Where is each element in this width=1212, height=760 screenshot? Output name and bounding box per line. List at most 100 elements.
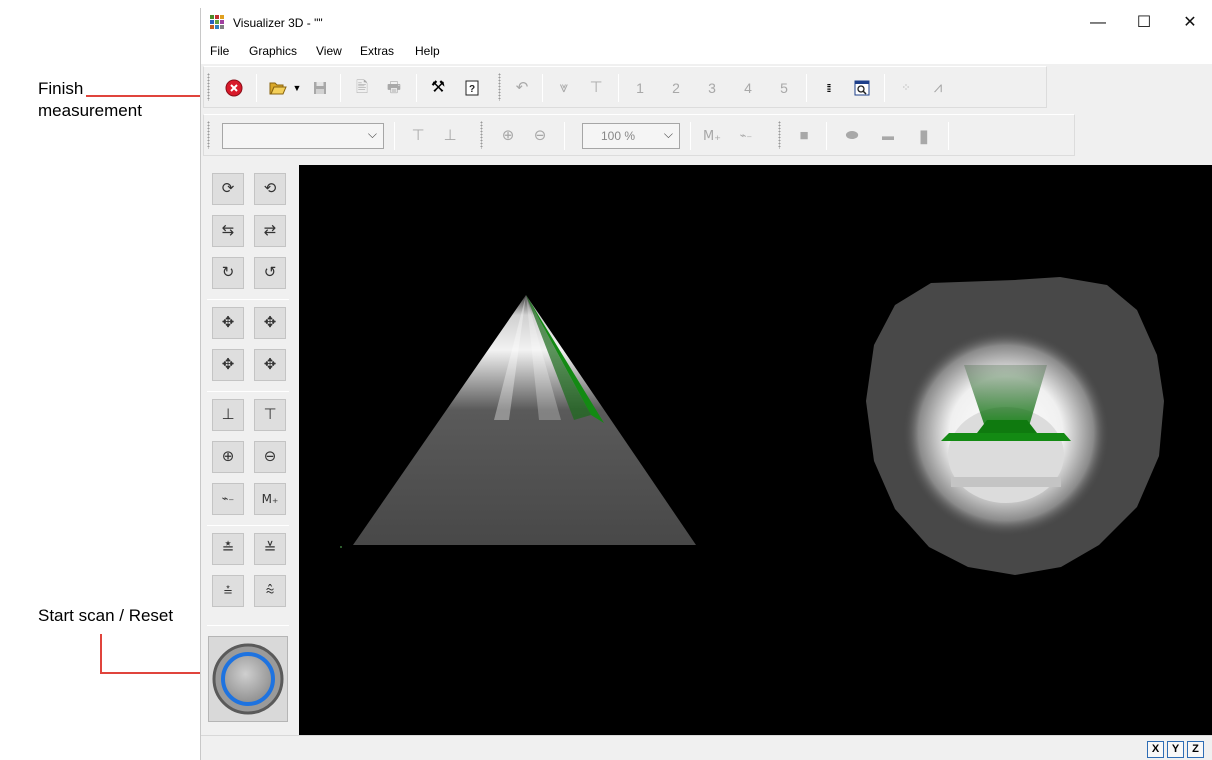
grid-button[interactable]: ⁞⁞⁞ [816,76,840,100]
menu-graphics[interactable]: Graphics [249,44,297,58]
spread-down-button[interactable]: ⩯ [254,575,286,607]
view-preset-4-button[interactable]: 4 [736,76,760,100]
annotation-finish-line-2: measurement [38,101,142,120]
close-button[interactable]: ✕ [1167,8,1212,38]
preview-window-icon [854,80,870,96]
rotate-x-forward-button[interactable]: ⟳ [212,173,244,205]
rotate-y-left-button[interactable]: ⇆ [212,215,244,247]
toolbar-separator [884,74,885,102]
toolbar-grip[interactable] [498,73,501,101]
rotate-z-cw-button[interactable]: ↻ [212,257,244,289]
preview-button[interactable] [850,76,874,100]
edit-icon: 🖹 [355,79,369,96]
shape-flat-button[interactable]: ▬ [876,124,900,148]
rotate-y-right-button[interactable]: ⇄ [254,215,286,247]
open-file-button[interactable] [266,76,290,100]
add-peak-icon: Ⅿ₊ [261,492,279,506]
print-button[interactable]: 🖶 [382,76,406,100]
panel-remove-peak-button[interactable]: ⌁₋ [212,483,244,515]
toolbar-separator [340,74,341,102]
add-peak-button[interactable]: Ⅿ₊ [700,124,724,148]
pan-up-button[interactable]: ✥ [212,349,244,381]
help-icon: ? [465,80,479,96]
grid-icon: ⁞⁞⁞ [826,83,831,95]
undo-icon: ↶ [515,79,529,96]
zoom-select[interactable]: 100 % ⌵ [582,123,680,149]
menu-help[interactable]: Help [415,44,440,58]
edit-button[interactable]: 🖹 [350,76,374,100]
toolbar-separator [618,74,619,102]
status-bar: X Y Z [201,735,1212,760]
undo-button[interactable]: ↶ [510,76,534,100]
rotate-x-back-button[interactable]: ⟲ [254,173,286,205]
toolbar-grip[interactable] [778,121,781,149]
zoom-out-button[interactable]: ⊖ [528,124,552,148]
maximize-button[interactable]: ☐ [1121,8,1167,38]
spread-up-button[interactable]: ⩮ [212,575,244,607]
toolbar-separator [826,122,827,150]
view-preset-2-button[interactable]: 2 [664,76,688,100]
raise-button[interactable]: ⊤ [254,399,286,431]
annotation-start-scan: Start scan / Reset [38,606,174,625]
tools-button[interactable]: ⚒ [426,76,450,100]
move-up-button[interactable]: ⊤ [406,124,430,148]
menu-extras[interactable]: Extras [360,44,394,58]
lower-button[interactable]: ⊥ [212,399,244,431]
menu-file[interactable]: File [210,44,229,58]
zoom-in-button[interactable]: ⊕ [496,124,520,148]
chevron-down-icon: ⌵ [367,127,377,141]
pan-right-button[interactable]: ✥ [254,307,286,339]
add-peak-icon: Ⅿ₊ [702,128,722,143]
rotate-z-ccw-button[interactable]: ↺ [254,257,286,289]
move-down-button[interactable]: ⊥ [438,124,462,148]
shape-tall-button[interactable]: ▮ [912,124,936,148]
svg-text:?: ? [469,84,475,95]
pan-down-button[interactable]: ✥ [254,349,286,381]
save-button[interactable] [308,76,332,100]
shape-blob-button[interactable]: ⬬ [840,124,864,148]
view-preset-3-button[interactable]: 3 [700,76,724,100]
move-down-icon: ⊥ [443,127,457,144]
title-bar: Visualizer 3D - "" — ☐ ✕ [201,8,1212,38]
blob-icon: ⬬ [845,127,859,144]
axis-z-toggle[interactable]: Z [1187,741,1204,758]
spread-down-icon: ⩯ [265,582,275,599]
start-scan-reset-button[interactable] [208,636,288,722]
toolbar-grip[interactable] [207,73,210,101]
zoom-out-icon: ⊖ [533,127,547,144]
zoom-select-value: 100 % [601,129,636,143]
add-point-icon: ⩔ [559,79,569,96]
measurement-select[interactable]: ⌵ [222,123,384,149]
profile-chart-button[interactable]: ⩘ [926,76,950,100]
axis-y-toggle[interactable]: Y [1167,741,1184,758]
view-preset-5-button[interactable]: 5 [772,76,796,100]
minimize-button[interactable]: — [1075,8,1121,38]
panel-zoom-in-button[interactable]: ⊕ [212,441,244,473]
scale-up-button[interactable]: ≛ [212,533,244,565]
leader-line-start-vertical [100,634,102,674]
toolbar-grip[interactable] [480,121,483,149]
panel-add-peak-button[interactable]: Ⅿ₊ [254,483,286,515]
marker-icon: ⊤ [589,79,603,96]
axis-x-toggle[interactable]: X [1147,741,1164,758]
add-point-button[interactable]: ⩔ [552,76,576,100]
pan-left-button[interactable]: ✥ [212,307,244,339]
stop-icon [225,79,243,97]
toolbar-grip[interactable] [207,121,210,149]
finish-measurement-button[interactable] [222,76,246,100]
shape-box-button[interactable]: ■ [792,124,816,148]
panel-zoom-out-button[interactable]: ⊖ [254,441,286,473]
open-dropdown-button[interactable]: ▼ [290,76,304,100]
scale-down-button[interactable]: ≚ [254,533,286,565]
3d-viewport[interactable] [299,165,1212,735]
point-cloud-button[interactable]: ⁘ [894,76,918,100]
help-button[interactable]: ? [460,76,484,100]
menu-view[interactable]: View [316,44,342,58]
marker-button[interactable]: ⊤ [584,76,608,100]
move-up-icon: ⊤ [411,127,425,144]
3d-scene [340,277,1164,575]
toolbar-separator [256,74,257,102]
remove-peak-button[interactable]: ⌁₋ [734,124,758,148]
view-preset-1-button[interactable]: 1 [628,76,652,100]
toolbar-separator [394,122,395,150]
